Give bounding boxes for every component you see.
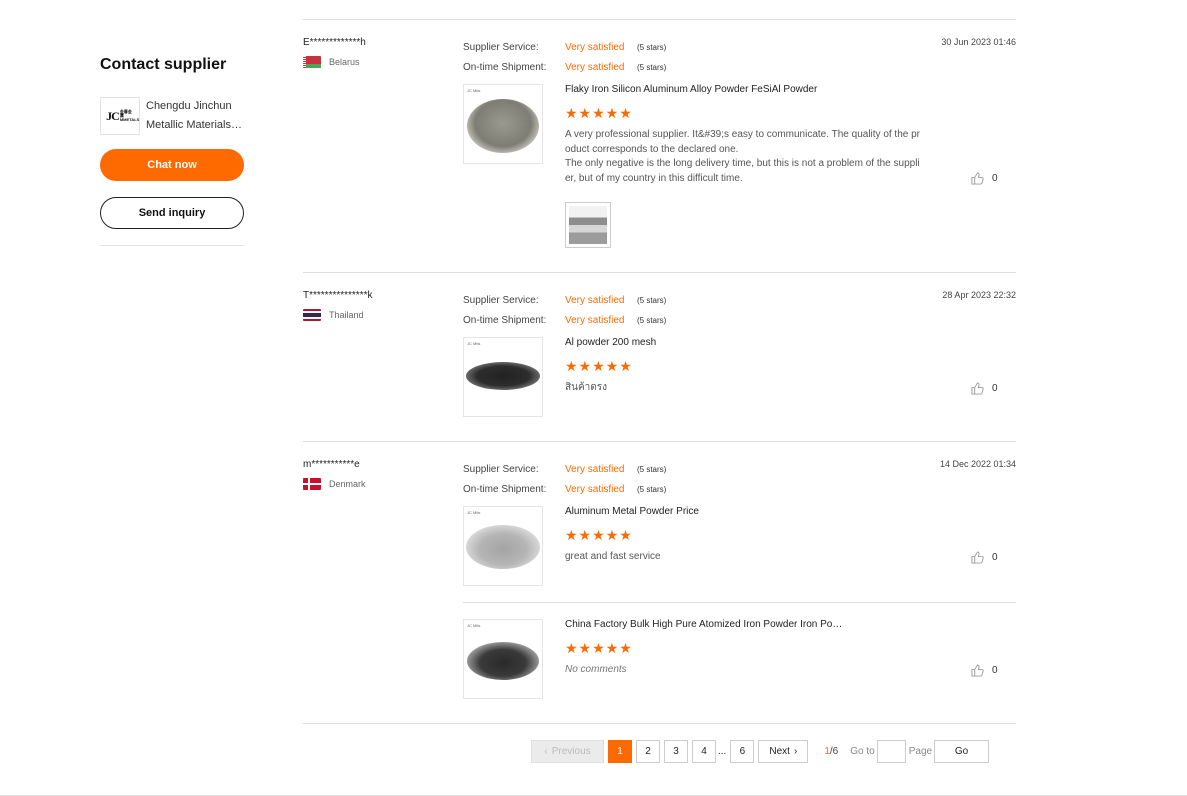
thumbs-up-icon (971, 172, 984, 185)
product-review: JC Mtls Aluminum Metal Powder Price ★★★★… (463, 506, 1016, 603)
contact-title: Contact supplier (100, 56, 227, 73)
reviewer-country: Denmark (303, 478, 366, 490)
page-6-button[interactable]: 6 (730, 740, 755, 763)
send-inquiry-button[interactable]: Send inquiry (100, 197, 244, 229)
go-button[interactable]: Go (934, 740, 990, 763)
like-button[interactable]: 0 (971, 551, 998, 564)
next-page-button[interactable]: Next › (758, 740, 809, 763)
review-date: 30 Jun 2023 01:46 (941, 37, 1016, 47)
review-comment: A very professional supplier. It&#39;s e… (565, 129, 921, 184)
chevron-left-icon: ‹ (544, 746, 548, 757)
product-title[interactable]: Al powder 200 mesh (565, 337, 845, 348)
pagination: ‹ Previous 1 2 3 4 ... 6 Next › 1/6 Go t… (531, 740, 990, 763)
reviewer-country: Thailand (303, 309, 364, 321)
service-rating: Very satisfied (565, 294, 625, 306)
reviewer-name: T***************k (303, 290, 373, 301)
divider (303, 19, 1016, 20)
page-label: Page (908, 746, 933, 757)
product-thumbnail[interactable]: JC Mtls (463, 337, 543, 417)
review-date: 28 Apr 2023 22:32 (942, 290, 1016, 300)
page-4-button[interactable]: 4 (692, 740, 716, 763)
page-3-button[interactable]: 3 (664, 740, 688, 763)
logo-small-text: 金春金属 MMETALS (119, 109, 140, 122)
page-1-button[interactable]: 1 (608, 740, 632, 763)
like-button[interactable]: 0 (971, 664, 998, 677)
supplier-ratings: Supplier Service: Very satisfied (5 star… (463, 294, 667, 326)
product-thumbnail[interactable]: JC Mtls (463, 619, 543, 699)
product-review: JC Mtls Flaky Iron Silicon Aluminum Allo… (463, 84, 1016, 249)
reviewer-name: m***********e (303, 459, 360, 470)
product-title[interactable]: China Factory Bulk High Pure Atomized Ir… (565, 619, 845, 630)
supplier-ratings: Supplier Service: Very satisfied (5 star… (463, 41, 667, 73)
powder-image (467, 642, 539, 680)
goto-label: Go to (850, 746, 875, 757)
thumbs-up-icon (971, 382, 984, 395)
chat-now-button[interactable]: Chat now (100, 149, 244, 181)
company-logo[interactable]: JC 金春金属 MMETALS (100, 97, 140, 135)
powder-image (466, 525, 540, 569)
review-item: E*************h Belarus Supplier Service… (303, 37, 1016, 273)
review-item: m***********e Denmark Supplier Service: … (303, 459, 1016, 724)
review-item: T***************k Thailand Supplier Serv… (303, 290, 1016, 442)
reviewer-name: E*************h (303, 37, 366, 48)
review-comment: great and fast service (565, 551, 661, 562)
contact-supplier-panel: Contact supplier JC 金春金属 MMETALS Chengdu… (100, 56, 244, 246)
review-attachment-image[interactable] (565, 202, 611, 248)
previous-page-button[interactable]: ‹ Previous (531, 740, 604, 763)
thumbs-up-icon (971, 664, 984, 677)
page-number-input[interactable] (876, 740, 906, 763)
denmark-flag-icon (303, 478, 321, 490)
review-date: 14 Dec 2022 01:34 (939, 459, 1016, 469)
product-star-rating: ★★★★★ (565, 640, 633, 656)
product-title[interactable]: Aluminum Metal Powder Price (565, 506, 845, 517)
reviewer-country: Belarus (303, 56, 360, 68)
page-ellipsis: ... (718, 746, 727, 757)
page-count: 1/6 (824, 746, 839, 757)
belarus-flag-icon (303, 56, 321, 68)
company-name[interactable]: Chengdu Jinchun Metallic Materials Co., … (146, 97, 244, 135)
review-comment: No comments (565, 664, 627, 675)
chevron-right-icon: › (793, 746, 798, 757)
review-comment: สินค้าตรง (565, 382, 607, 393)
product-star-rating: ★★★★★ (565, 105, 633, 121)
thailand-flag-icon (303, 309, 321, 321)
page-2-button[interactable]: 2 (636, 740, 660, 763)
powder-image (466, 362, 540, 390)
product-review: JC Mtls China Factory Bulk High Pure Ato… (463, 602, 1016, 702)
shipment-rating: Very satisfied (565, 314, 625, 326)
divider (100, 245, 244, 246)
supplier-ratings: Supplier Service: Very satisfied (5 star… (463, 463, 667, 495)
product-star-rating: ★★★★★ (565, 358, 633, 374)
company-info[interactable]: JC 金春金属 MMETALS Chengdu Jinchun Metallic… (100, 96, 244, 136)
logo-text: JC (106, 108, 120, 123)
service-rating: Very satisfied (565, 41, 625, 53)
product-thumbnail[interactable]: JC Mtls (463, 84, 543, 164)
like-button[interactable]: 0 (971, 382, 998, 395)
powder-image (467, 99, 539, 153)
product-title[interactable]: Flaky Iron Silicon Aluminum Alloy Powder… (565, 84, 845, 95)
shipment-rating: Very satisfied (565, 61, 625, 73)
product-star-rating: ★★★★★ (565, 527, 633, 543)
product-review: JC Mtls Al powder 200 mesh ★★★★★ สินค้าต… (463, 337, 1016, 418)
product-thumbnail[interactable]: JC Mtls (463, 506, 543, 586)
service-rating: Very satisfied (565, 463, 625, 475)
thumbs-up-icon (971, 551, 984, 564)
shipment-rating: Very satisfied (565, 483, 625, 495)
like-button[interactable]: 0 (971, 172, 998, 185)
